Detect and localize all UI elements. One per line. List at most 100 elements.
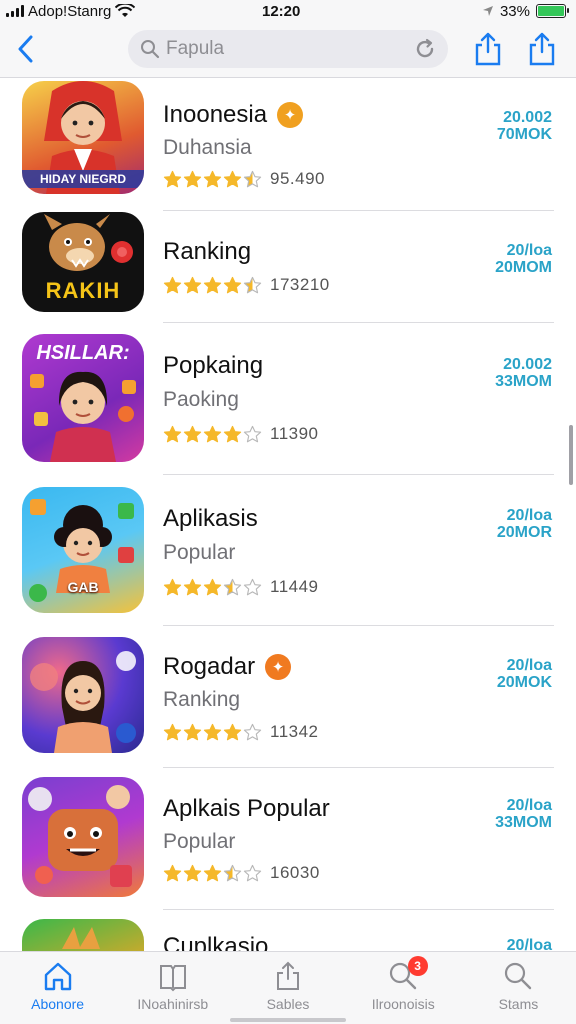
list-item[interactable]: Cuplkasio 20/loa bbox=[0, 919, 576, 951]
rating-count: 95.490 bbox=[270, 169, 325, 188]
star-filled-icon bbox=[223, 723, 242, 740]
house-icon bbox=[44, 962, 71, 991]
app-meta: 20.002 33MOM bbox=[495, 356, 552, 390]
app-meta: 20/loa bbox=[507, 937, 552, 951]
app-subtitle: Ranking bbox=[163, 688, 241, 711]
app-meta: 20/loa 20MOK bbox=[497, 657, 552, 691]
app-icon: RAKIH bbox=[22, 212, 144, 312]
app-meta: 20/loa 20MOR bbox=[497, 507, 552, 541]
list-item[interactable]: GAB Aplikasis Popular 11449 20/loa 20MOR bbox=[0, 487, 576, 626]
list-item[interactable]: HIDAY NIEGRD Inoonesia ✦ Duhansia 95.490… bbox=[0, 79, 576, 211]
star-filled-icon bbox=[163, 170, 182, 187]
star-half-icon bbox=[243, 276, 262, 293]
app-meta: 20/loa 20MOM bbox=[495, 242, 552, 276]
meta-line-1: 20/loa bbox=[506, 242, 552, 259]
app-name-row: Cuplkasio bbox=[163, 933, 268, 951]
rating: 16030 bbox=[163, 863, 320, 883]
tab-share[interactable]: Sables bbox=[230, 952, 345, 1024]
rating: 11390 bbox=[163, 424, 319, 444]
tab-label: Ilroonoisis bbox=[371, 996, 435, 1012]
divider bbox=[163, 767, 554, 768]
app-name-row: Aplikasis bbox=[163, 505, 258, 533]
star-empty-icon bbox=[243, 723, 262, 740]
star-empty-icon bbox=[243, 425, 262, 442]
star-filled-icon bbox=[183, 578, 202, 595]
meta-line-1: 20/loa bbox=[506, 657, 552, 674]
app-meta: 20.002 70MOK bbox=[497, 109, 552, 143]
tab-search[interactable]: Stams bbox=[461, 952, 576, 1024]
carrier-label: Adop!Stanrg bbox=[28, 2, 112, 20]
star-filled-icon bbox=[203, 276, 222, 293]
list-item[interactable]: Aplkais Popular Popular 16030 20/loa 33M… bbox=[0, 777, 576, 910]
rating-count: 16030 bbox=[270, 863, 320, 882]
app-subtitle: Duhansia bbox=[163, 136, 252, 159]
tab-library[interactable]: INoahinirsb bbox=[115, 952, 230, 1024]
app-list: HIDAY NIEGRD Inoonesia ✦ Duhansia 95.490… bbox=[0, 79, 576, 951]
divider bbox=[163, 322, 554, 323]
star-filled-icon bbox=[183, 425, 202, 442]
app-name-row: Ranking bbox=[163, 238, 251, 266]
app-subtitle: Popular bbox=[163, 830, 236, 853]
battery-percent: 33% bbox=[499, 2, 530, 20]
status-left: Adop!Stanrg bbox=[6, 2, 136, 20]
meta-line-2: 33MOM bbox=[495, 373, 552, 390]
meta-line-2: 33MOM bbox=[495, 814, 552, 831]
icon-caption: HSILLAR: bbox=[36, 342, 130, 364]
character-icon bbox=[62, 927, 100, 949]
status-right: 33% bbox=[482, 2, 569, 20]
star-filled-icon bbox=[223, 276, 242, 293]
star-filled-icon bbox=[163, 578, 182, 595]
star-filled-icon bbox=[183, 864, 202, 881]
list-item[interactable]: RAKIH Ranking 173210 20/loa 20MOM bbox=[0, 212, 576, 323]
meta-line-1: 20.002 bbox=[503, 356, 552, 373]
share-icon bbox=[475, 32, 501, 66]
star-empty-icon bbox=[243, 578, 262, 595]
export-icon bbox=[529, 32, 555, 66]
star-rating bbox=[163, 578, 262, 597]
meta-line-2: 20MOK bbox=[496, 674, 552, 691]
app-name: Aplkais Popular bbox=[163, 795, 330, 822]
tab-label: Abonore bbox=[31, 996, 85, 1012]
list-item[interactable]: Rogadar ✦ Ranking 11342 20/loa 20MOK bbox=[0, 637, 576, 768]
star-filled-icon bbox=[183, 723, 202, 740]
share-button[interactable] bbox=[471, 30, 505, 68]
tab-label: Stams bbox=[498, 996, 539, 1012]
book-icon bbox=[159, 965, 186, 992]
tab-search-updates[interactable]: 3 Ilroonoisis bbox=[346, 952, 461, 1024]
list-item[interactable]: HSILLAR: Popkaing Paoking 11390 20.002 3… bbox=[0, 334, 576, 475]
tab-home[interactable]: Abonore bbox=[0, 952, 115, 1024]
star-filled-icon bbox=[163, 425, 182, 442]
wifi-icon bbox=[115, 4, 136, 17]
back-button[interactable] bbox=[10, 32, 40, 66]
meta-line-1: 20/loa bbox=[506, 797, 552, 814]
app-icon bbox=[22, 637, 144, 753]
search-icon bbox=[141, 40, 160, 59]
star-filled-icon bbox=[163, 864, 182, 881]
verified-badge-icon: ✦ bbox=[277, 102, 304, 128]
app-name-row: Popkaing bbox=[163, 352, 263, 380]
search-placeholder: Fapula bbox=[166, 38, 225, 59]
search-field[interactable]: Fapula bbox=[128, 30, 448, 68]
divider bbox=[163, 474, 554, 475]
icon-caption: GAB bbox=[67, 579, 99, 595]
meta-line-1: 20/loa bbox=[506, 937, 552, 951]
star-filled-icon bbox=[203, 723, 222, 740]
refresh-icon[interactable] bbox=[414, 38, 436, 60]
meta-line-2: 70MOK bbox=[496, 126, 552, 143]
star-filled-icon bbox=[203, 170, 222, 187]
star-filled-icon bbox=[203, 578, 222, 595]
export-button[interactable] bbox=[525, 30, 559, 68]
rating: 95.490 bbox=[163, 169, 325, 189]
icon-caption: RAKIH bbox=[45, 278, 121, 303]
scroll-indicator[interactable] bbox=[569, 425, 573, 485]
location-icon bbox=[482, 6, 493, 16]
icon-caption: HIDAY NIEGRD bbox=[22, 170, 144, 188]
star-filled-icon bbox=[223, 425, 242, 442]
star-empty-icon bbox=[243, 864, 262, 881]
app-name: Popkaing bbox=[163, 352, 264, 379]
rating-count: 11449 bbox=[270, 577, 319, 596]
character-icon bbox=[28, 785, 132, 887]
navigation-bar: Fapula bbox=[0, 22, 576, 78]
star-filled-icon bbox=[163, 276, 182, 293]
app-subtitle: Paoking bbox=[163, 388, 239, 411]
